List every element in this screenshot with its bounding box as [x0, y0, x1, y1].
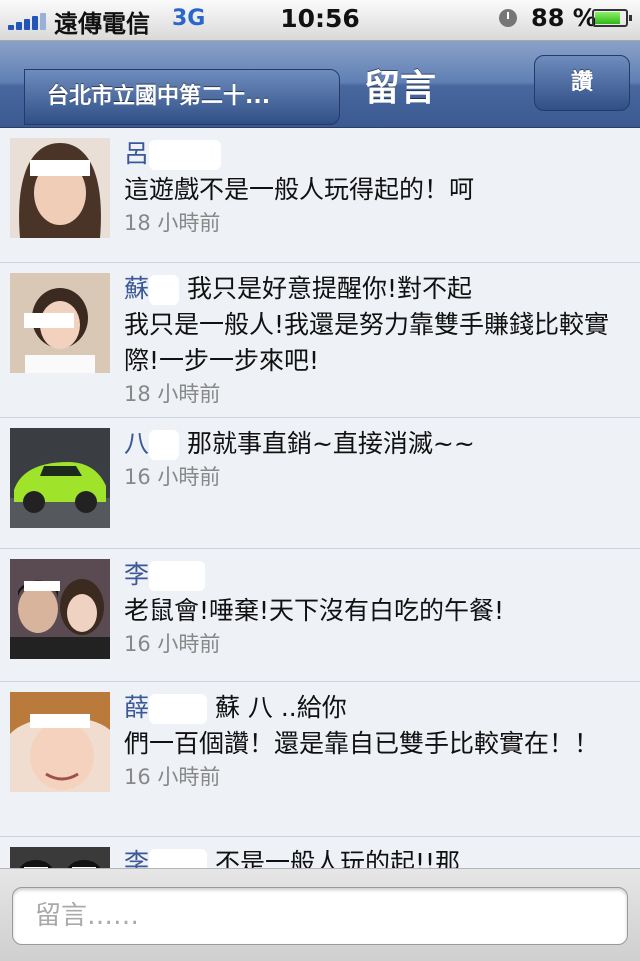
- comment-body: 李 老鼠會!唾棄!天下沒有白吃的午餐! 16 小時前: [124, 557, 624, 659]
- comment-composer: [0, 868, 640, 961]
- comment-item: 蘇 我只是好意提醒你!對不起 我只是一般人!我還是努力靠雙手賺錢比較實際!一步一…: [0, 263, 640, 418]
- comment-item: 八 那就事直銷~直接消滅~~ 16 小時前: [0, 418, 640, 549]
- nav-bar: 台北市立國中第二十... 留言 讚: [0, 41, 640, 128]
- comment-body: 呂 這遊戲不是一般人玩得起的！呵 18 小時前: [124, 136, 624, 238]
- commenter-name[interactable]: 蘇: [124, 274, 149, 303]
- avatar[interactable]: [10, 273, 110, 373]
- commenter-name[interactable]: 呂: [124, 139, 149, 168]
- avatar[interactable]: [10, 559, 110, 659]
- comment-time: 16 小時前: [124, 465, 221, 489]
- commenter-name[interactable]: 李: [124, 848, 149, 868]
- commenter-name[interactable]: 薛: [124, 693, 149, 722]
- comment-text: 我只是一般人!我還是努力靠雙手賺錢比較實際!一步一步來吧!: [124, 310, 610, 375]
- battery-percent: 88 %: [531, 4, 597, 32]
- status-bar: 遠傳電信 3G 10:56 88 %: [0, 0, 640, 41]
- battery-icon: [592, 9, 632, 27]
- comment-body: 薛 蘇 八 ..給你 們一百個讚！還是靠自已雙手比較實在！！ 16 小時前: [124, 690, 624, 792]
- comment-item: 呂 這遊戲不是一般人玩得起的！呵 18 小時前: [0, 128, 640, 263]
- comment-time: 18 小時前: [124, 211, 221, 235]
- comments-list[interactable]: 呂 這遊戲不是一般人玩得起的！呵 18 小時前 蘇 我只是好意提醒你!對不起 我…: [0, 128, 640, 868]
- comment-item: 李 不是一般人玩的起!!那: [0, 837, 640, 868]
- commenter-name[interactable]: 李: [124, 560, 149, 589]
- comment-item: 李 老鼠會!唾棄!天下沒有白吃的午餐! 16 小時前: [0, 549, 640, 682]
- comment-first-line: 那就事直銷~直接消滅~~: [186, 429, 475, 458]
- comment-first-line: 我只是好意提醒你!對不起: [186, 274, 472, 303]
- redaction: [149, 140, 222, 170]
- comment-time: 16 小時前: [124, 765, 221, 789]
- comment-text: 們一百個讚！還是靠自已雙手比較實在！！: [124, 729, 600, 758]
- commenter-name[interactable]: 八: [124, 429, 149, 458]
- comment-text: 老鼠會!唾棄!天下沒有白吃的午餐!: [124, 596, 505, 625]
- redaction: [149, 849, 208, 868]
- like-button[interactable]: 讚: [534, 55, 630, 111]
- back-button-wrap[interactable]: 台北市立國中第二十...: [12, 55, 340, 125]
- back-button[interactable]: 台北市立國中第二十...: [24, 69, 340, 125]
- comment-text: 這遊戲不是一般人玩得起的！呵: [124, 175, 475, 204]
- redaction: [149, 561, 206, 591]
- comment-first-line: 不是一般人玩的起!!那: [214, 848, 461, 868]
- page-title: 留言: [363, 68, 436, 109]
- comment-item: 薛 蘇 八 ..給你 們一百個讚！還是靠自已雙手比較實在！！ 16 小時前: [0, 682, 640, 837]
- avatar[interactable]: [10, 847, 110, 868]
- avatar[interactable]: [10, 138, 110, 238]
- comment-body: 李 不是一般人玩的起!!那: [124, 845, 624, 868]
- comment-first-line: 蘇 八 ..給你: [214, 693, 347, 722]
- avatar[interactable]: [10, 428, 110, 528]
- comment-body: 蘇 我只是好意提醒你!對不起 我只是一般人!我還是努力靠雙手賺錢比較實際!一步一…: [124, 271, 624, 409]
- redaction: [149, 275, 180, 305]
- comment-time: 16 小時前: [124, 632, 221, 656]
- comment-input[interactable]: [12, 887, 628, 945]
- redaction: [149, 694, 208, 724]
- comment-time: 18 小時前: [124, 382, 221, 406]
- comment-body: 八 那就事直銷~直接消滅~~ 16 小時前: [124, 426, 624, 492]
- redaction: [149, 430, 180, 460]
- alarm-icon: [499, 9, 517, 27]
- avatar[interactable]: [10, 692, 110, 792]
